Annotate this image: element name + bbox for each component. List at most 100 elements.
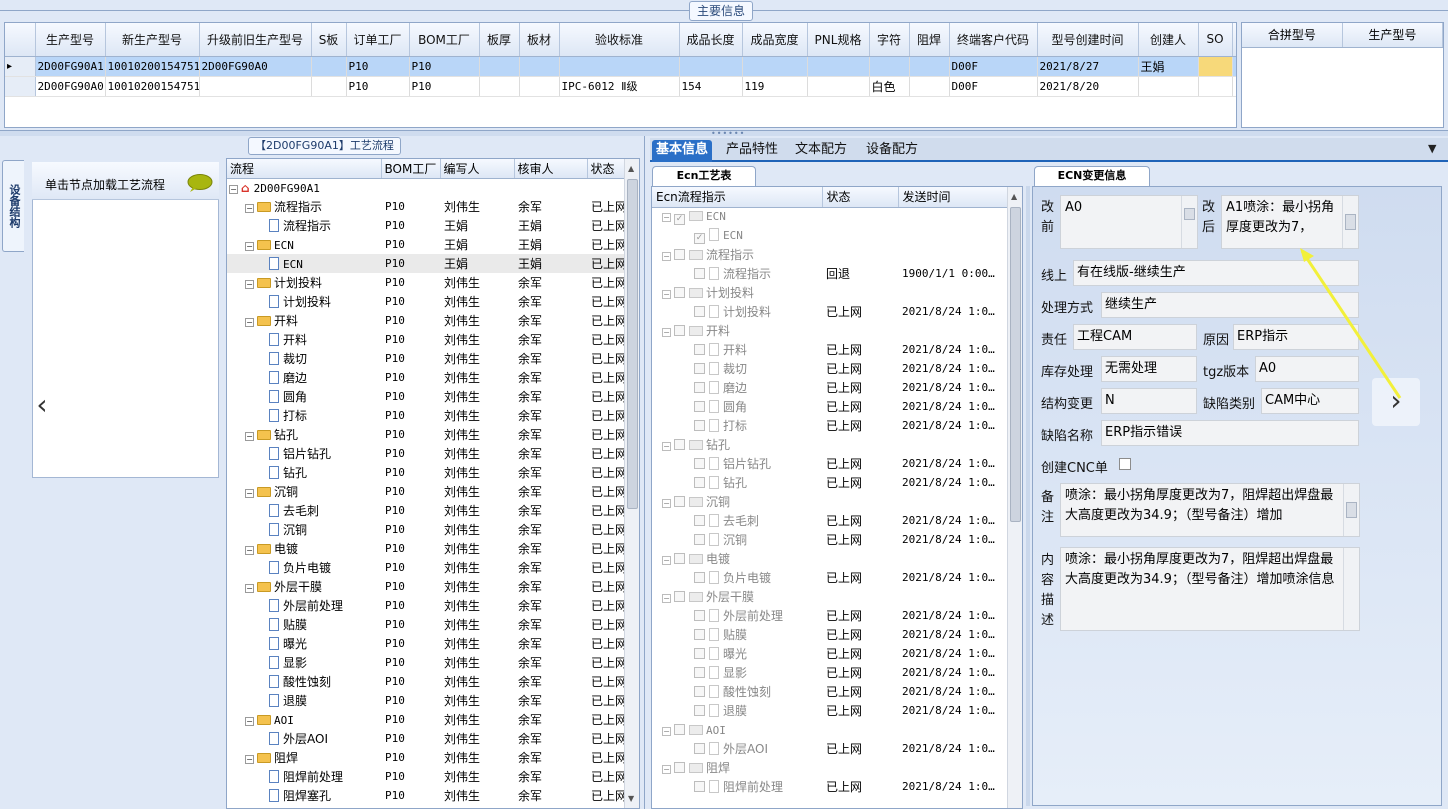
collapse-icon[interactable]: − <box>245 584 254 593</box>
col-header[interactable]: 型号创建时间 <box>1037 23 1139 57</box>
defect-type-field[interactable]: CAM中心 <box>1261 388 1359 414</box>
collapse-icon[interactable]: − <box>662 556 671 565</box>
ecn-row[interactable]: − 开料 <box>652 321 1008 340</box>
table-cell[interactable]: 2D00FG90A0 <box>35 76 106 97</box>
process-row[interactable]: 显影 P10 刘伟生 余军 已上网 <box>227 653 625 672</box>
table-cell[interactable]: P10 <box>409 56 480 77</box>
table-cell[interactable]: 2021/8/20 <box>1037 76 1139 97</box>
ecn-row[interactable]: ✓ ECN <box>652 226 1008 245</box>
process-scroll-thumb[interactable] <box>627 179 638 509</box>
ecn-row-checkbox[interactable] <box>674 287 685 298</box>
process-row[interactable]: − 计划投料 P10 刘伟生 余军 已上网 <box>227 273 625 292</box>
ecn-row-checkbox[interactable] <box>674 591 685 602</box>
ecn-row[interactable]: − 钻孔 <box>652 435 1008 454</box>
table-cell[interactable]: 2D00FG90A0 <box>199 56 312 77</box>
ecn-row[interactable]: − ✓ ECN <box>652 207 1008 226</box>
ecn-row-checkbox[interactable] <box>694 420 705 431</box>
ecn-row[interactable]: 裁切 已上网 2021/8/24 1:0… <box>652 359 1008 378</box>
process-row[interactable]: 去毛刺 P10 刘伟生 余军 已上网 <box>227 501 625 520</box>
table-cell[interactable] <box>909 56 950 77</box>
table-cell[interactable]: 2D00FG90A1 <box>35 56 106 77</box>
collapse-icon[interactable]: − <box>662 726 671 736</box>
collapse-icon[interactable]: − <box>662 442 671 451</box>
ecn-row[interactable]: 流程指示 回退 1900/1/1 0:00… <box>652 264 1008 283</box>
collapse-icon[interactable]: − <box>229 184 238 194</box>
table-cell[interactable]: 白色 <box>869 76 910 97</box>
ecn-row-checkbox[interactable] <box>694 534 705 545</box>
col-header[interactable]: 生产型号 <box>35 23 106 57</box>
collapse-icon[interactable]: − <box>662 290 671 299</box>
after-field[interactable]: A1喷涂：最小拐角厚度更改为7， <box>1221 195 1359 249</box>
table-cell[interactable]: D00F <box>949 76 1038 97</box>
process-row[interactable]: 钻孔 P10 刘伟生 余军 已上网 <box>227 463 625 482</box>
process-row[interactable]: 裁切 P10 刘伟生 余军 已上网 <box>227 349 625 368</box>
row-indicator[interactable] <box>5 76 36 97</box>
tab-ecn-process-table[interactable]: Ecn工艺表 <box>652 166 756 186</box>
tgz-version-field[interactable]: A0 <box>1255 356 1359 382</box>
ecn-row-checkbox[interactable] <box>674 496 685 507</box>
ecn-row[interactable]: − 计划投料 <box>652 283 1008 302</box>
ecn-row-checkbox[interactable] <box>694 610 705 621</box>
ecn-row[interactable]: − 阻焊 <box>652 758 1008 777</box>
ecn-row[interactable]: 磨边 已上网 2021/8/24 1:0… <box>652 378 1008 397</box>
tab-equipment-recipe[interactable]: 设备配方 <box>862 140 922 162</box>
process-row[interactable]: − 阻焊 P10 刘伟生 余军 已上网 <box>227 748 625 767</box>
process-tree-grid[interactable]: 流程 BOM工厂 编写人 核审人 状态 − ⌂ 2D00FG90A1− 流程指示 P10 刘伟生余… <box>226 158 640 809</box>
stock-field[interactable]: 无需处理 <box>1101 356 1197 382</box>
ecn-row-checkbox[interactable] <box>674 325 685 336</box>
ecn-row-checkbox[interactable] <box>694 458 705 469</box>
table-cell[interactable] <box>807 76 870 97</box>
table-cell[interactable]: P10 <box>409 76 480 97</box>
process-row[interactable]: − ⌂ 2D00FG90A1 <box>227 178 625 197</box>
ecn-row-checkbox[interactable] <box>694 382 705 393</box>
ecn-row[interactable]: 负片电镀 已上网 2021/8/24 1:0… <box>652 568 1008 587</box>
ecn-row[interactable]: 铝片钻孔 已上网 2021/8/24 1:0… <box>652 454 1008 473</box>
tab-dropdown-icon[interactable]: ▼ <box>1428 142 1436 155</box>
remark-scrollbar[interactable] <box>1343 484 1359 536</box>
content-desc-scrollbar[interactable] <box>1343 548 1359 630</box>
collapse-icon[interactable]: − <box>662 765 671 774</box>
table-cell[interactable]: 10010200154751 <box>105 56 200 77</box>
content-desc-field[interactable]: 喷涂：最小拐角厚度更改为7，阻焊超出焊盘最大高度更改为34.9；（型号备注）增加… <box>1060 547 1360 631</box>
table-cell[interactable]: 10010200154751 <box>105 76 200 97</box>
ecn-row-checkbox[interactable] <box>694 705 705 716</box>
online-field[interactable]: 有在线版-继续生产 <box>1073 260 1359 286</box>
collapse-icon[interactable]: − <box>662 328 671 337</box>
process-col-header[interactable]: 核审人 <box>514 159 588 179</box>
process-row[interactable]: − ECN P10 王娟 王娟 已上网 <box>227 235 625 254</box>
collapse-icon[interactable]: − <box>245 716 254 726</box>
ecn-row[interactable]: 钻孔 已上网 2021/8/24 1:0… <box>652 473 1008 492</box>
col-production-model[interactable]: 生产型号 <box>1342 23 1444 48</box>
ecn-row[interactable]: − 外层干膜 <box>652 587 1008 606</box>
col-header[interactable]: BOM工厂 <box>409 23 480 57</box>
process-row[interactable]: − 开料 P10 刘伟生 余军 已上网 <box>227 311 625 330</box>
col-header[interactable]: 新生产型号 <box>105 23 200 57</box>
ecn-col-header[interactable]: 发送时间 <box>898 187 1009 208</box>
scroll-up-icon[interactable]: ▲ <box>628 164 634 173</box>
load-process-panel[interactable] <box>32 162 219 478</box>
chevron-left-icon[interactable]: ‹ <box>26 385 58 425</box>
table-cell[interactable] <box>742 56 808 77</box>
process-row[interactable]: − AOI P10 刘伟生 余军 已上网 <box>227 710 625 729</box>
col-header[interactable]: 升级前旧生产型号 <box>199 23 312 57</box>
ecn-row[interactable]: − 流程指示 <box>652 245 1008 264</box>
ecn-row-checkbox[interactable] <box>694 477 705 488</box>
ecn-row-checkbox[interactable] <box>694 686 705 697</box>
tab-equipment-structure[interactable]: 设备结构 <box>2 160 24 252</box>
process-row[interactable]: − 钻孔 P10 刘伟生 余军 已上网 <box>227 425 625 444</box>
ecn-vertical-scrollbar[interactable]: ▲ <box>1007 187 1022 808</box>
table-cell[interactable] <box>1138 76 1199 97</box>
table-cell[interactable]: 154 <box>679 76 743 97</box>
table-cell[interactable] <box>311 56 347 77</box>
collapse-icon[interactable]: − <box>662 499 671 508</box>
ecn-row-checkbox[interactable] <box>694 401 705 412</box>
collapse-icon[interactable]: − <box>245 546 254 555</box>
scroll-down-icon[interactable]: ▼ <box>628 794 634 803</box>
process-row[interactable]: − 沉铜 P10 刘伟生 余军 已上网 <box>227 482 625 501</box>
col-combine-model[interactable]: 合拼型号 <box>1242 23 1343 48</box>
ecn-row-checkbox[interactable] <box>694 572 705 583</box>
table-cell[interactable] <box>519 56 560 77</box>
ecn-row[interactable]: 酸性蚀刻 已上网 2021/8/24 1:0… <box>652 682 1008 701</box>
process-row[interactable]: 打标 P10 刘伟生 余军 已上网 <box>227 406 625 425</box>
process-row[interactable]: ECN P10 王娟 王娟 已上网 <box>227 254 625 273</box>
